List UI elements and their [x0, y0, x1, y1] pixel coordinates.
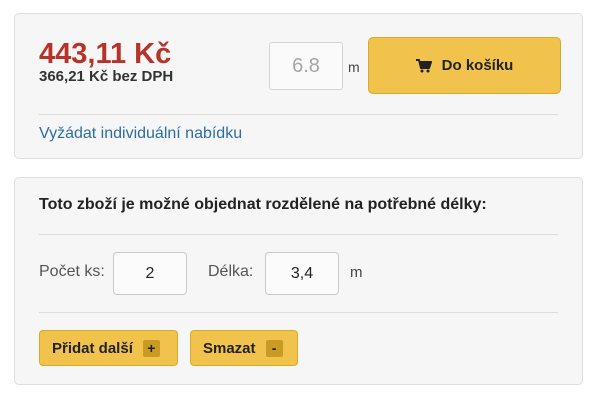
count-input[interactable] — [113, 252, 187, 295]
add-to-cart-button[interactable]: Do košíku — [368, 37, 561, 94]
count-label: Počet ks: — [39, 263, 105, 280]
price-panel: 443,11 Kč 366,21 Kč bez DPH m Do košíku … — [14, 13, 583, 159]
length-input[interactable] — [265, 252, 339, 295]
split-order-title: Toto zboží je možné objednat rozdělené n… — [39, 196, 487, 213]
divider — [39, 234, 558, 235]
delete-label: Smazat — [203, 339, 256, 357]
add-another-button[interactable]: Přidat další + — [39, 330, 178, 366]
quantity-unit: m — [348, 59, 360, 75]
delete-button[interactable]: Smazat - — [190, 330, 298, 366]
request-offer-link[interactable]: Vyžádat individuální nabídku — [39, 125, 242, 143]
plus-icon: + — [142, 339, 160, 357]
length-label: Délka: — [208, 263, 254, 280]
split-order-panel: Toto zboží je možné objednat rozdělené n… — [14, 177, 583, 385]
price-without-vat: 366,21 Kč bez DPH — [39, 68, 174, 85]
quantity-input[interactable] — [269, 42, 343, 90]
length-unit: m — [350, 264, 363, 281]
divider — [39, 114, 558, 115]
shopping-cart-icon — [415, 58, 432, 73]
add-another-label: Přidat další — [52, 339, 133, 357]
divider — [39, 312, 558, 313]
add-to-cart-label: Do košíku — [441, 57, 514, 74]
minus-icon: - — [265, 339, 283, 357]
price: 443,11 Kč — [39, 38, 172, 70]
